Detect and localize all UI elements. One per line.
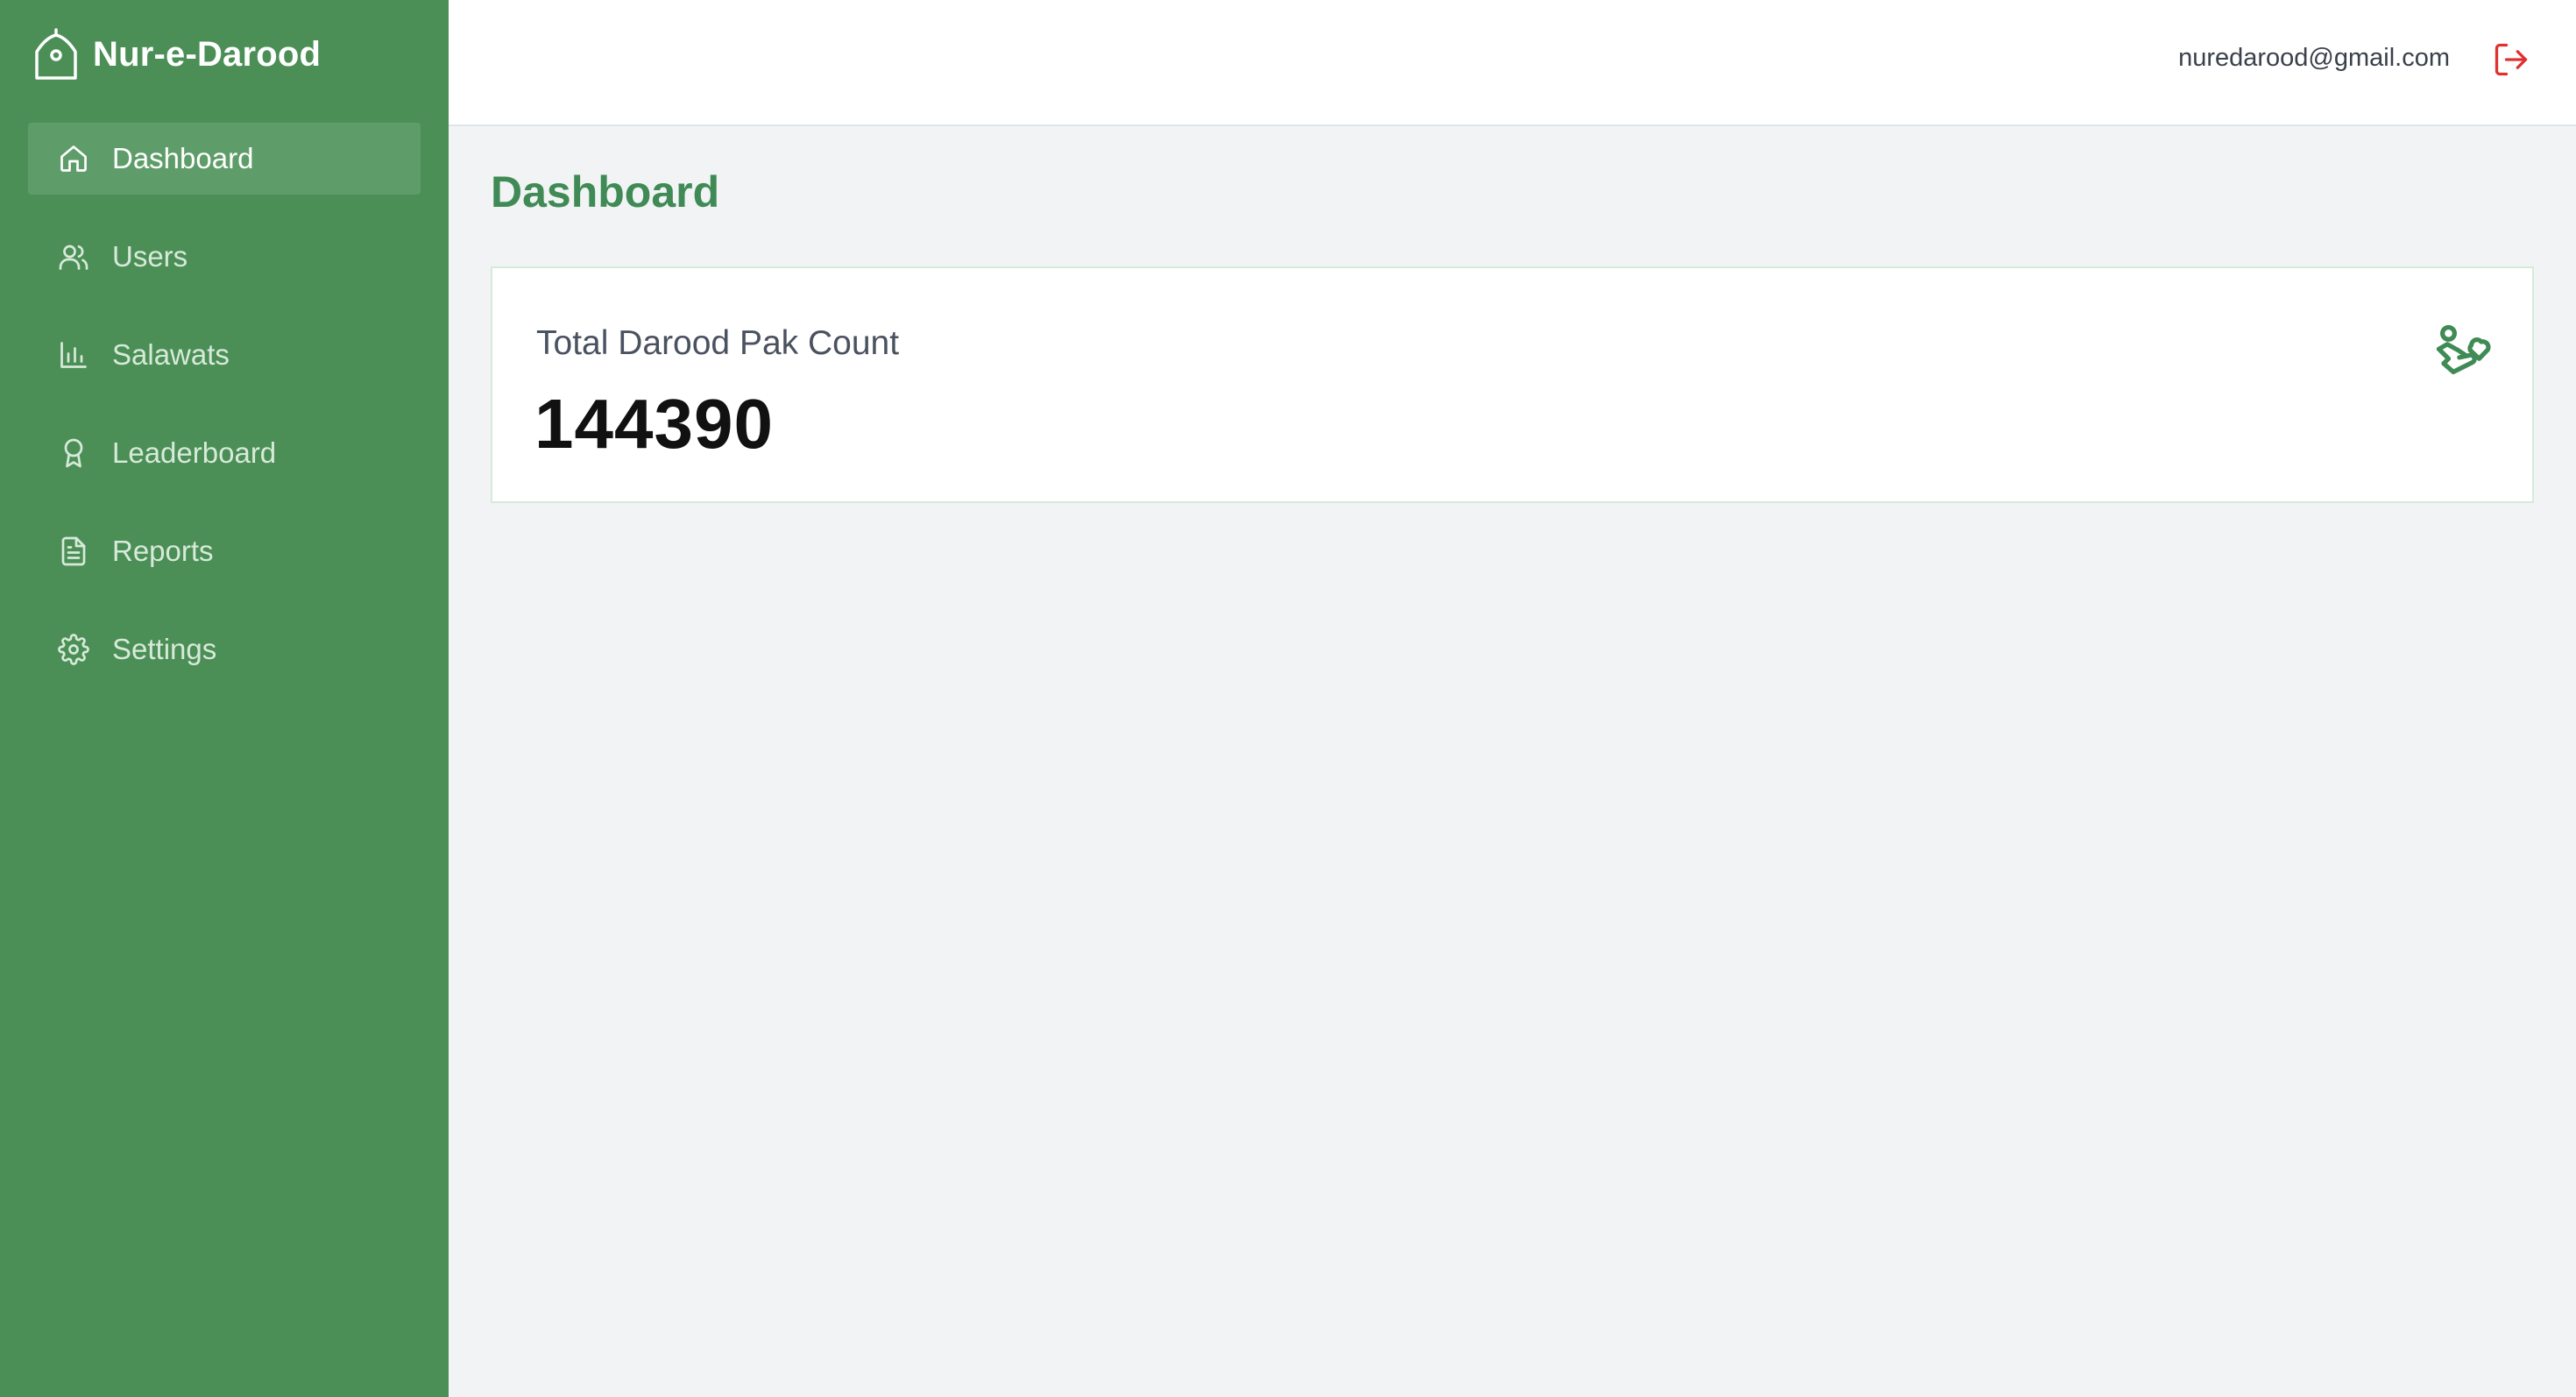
hand-heart-icon bbox=[2436, 324, 2491, 374]
sidebar-item-reports[interactable]: Reports bbox=[28, 515, 421, 587]
sidebar-item-label: Salawats bbox=[112, 338, 230, 371]
sidebar-item-label: Users bbox=[112, 240, 188, 273]
top-header: nuredarood@gmail.com bbox=[449, 0, 2576, 126]
page-title: Dashboard bbox=[491, 167, 720, 216]
sidebar-item-users[interactable]: Users bbox=[28, 221, 421, 293]
sidebar-item-dashboard[interactable]: Dashboard bbox=[28, 123, 421, 195]
users-icon bbox=[56, 239, 91, 274]
sidebar-item-label: Reports bbox=[112, 535, 214, 567]
sidebar-item-label: Dashboard bbox=[112, 142, 254, 174]
brand[interactable]: Nur-e-Darood bbox=[32, 26, 321, 82]
stat-card-value: 144390 bbox=[534, 385, 774, 463]
home-icon bbox=[56, 141, 91, 176]
stat-card-label: Total Darood Pak Count bbox=[536, 324, 900, 362]
sidebar-item-label: Leaderboard bbox=[112, 436, 277, 469]
user-email: nuredarood@gmail.com bbox=[2178, 44, 2450, 72]
logout-button[interactable] bbox=[2492, 40, 2530, 79]
sidebar-nav: Dashboard Users Salawats Leaderboard Rep… bbox=[28, 123, 421, 712]
sidebar-item-salawats[interactable]: Salawats bbox=[28, 319, 421, 391]
award-icon bbox=[56, 436, 91, 471]
gear-icon bbox=[56, 632, 91, 667]
file-text-icon bbox=[56, 534, 91, 569]
logout-icon bbox=[2495, 43, 2528, 76]
sidebar-item-leaderboard[interactable]: Leaderboard bbox=[28, 417, 421, 489]
app-name: Nur-e-Darood bbox=[93, 34, 322, 74]
mosque-logo-icon bbox=[35, 28, 77, 80]
sidebar: Nur-e-Darood Dashboard Users Salawats Le… bbox=[0, 0, 449, 1397]
bar-chart-icon bbox=[56, 337, 91, 372]
sidebar-item-label: Settings bbox=[112, 633, 217, 665]
sidebar-item-settings[interactable]: Settings bbox=[28, 613, 421, 685]
stat-card: Total Darood Pak Count 144390 bbox=[491, 266, 2534, 503]
